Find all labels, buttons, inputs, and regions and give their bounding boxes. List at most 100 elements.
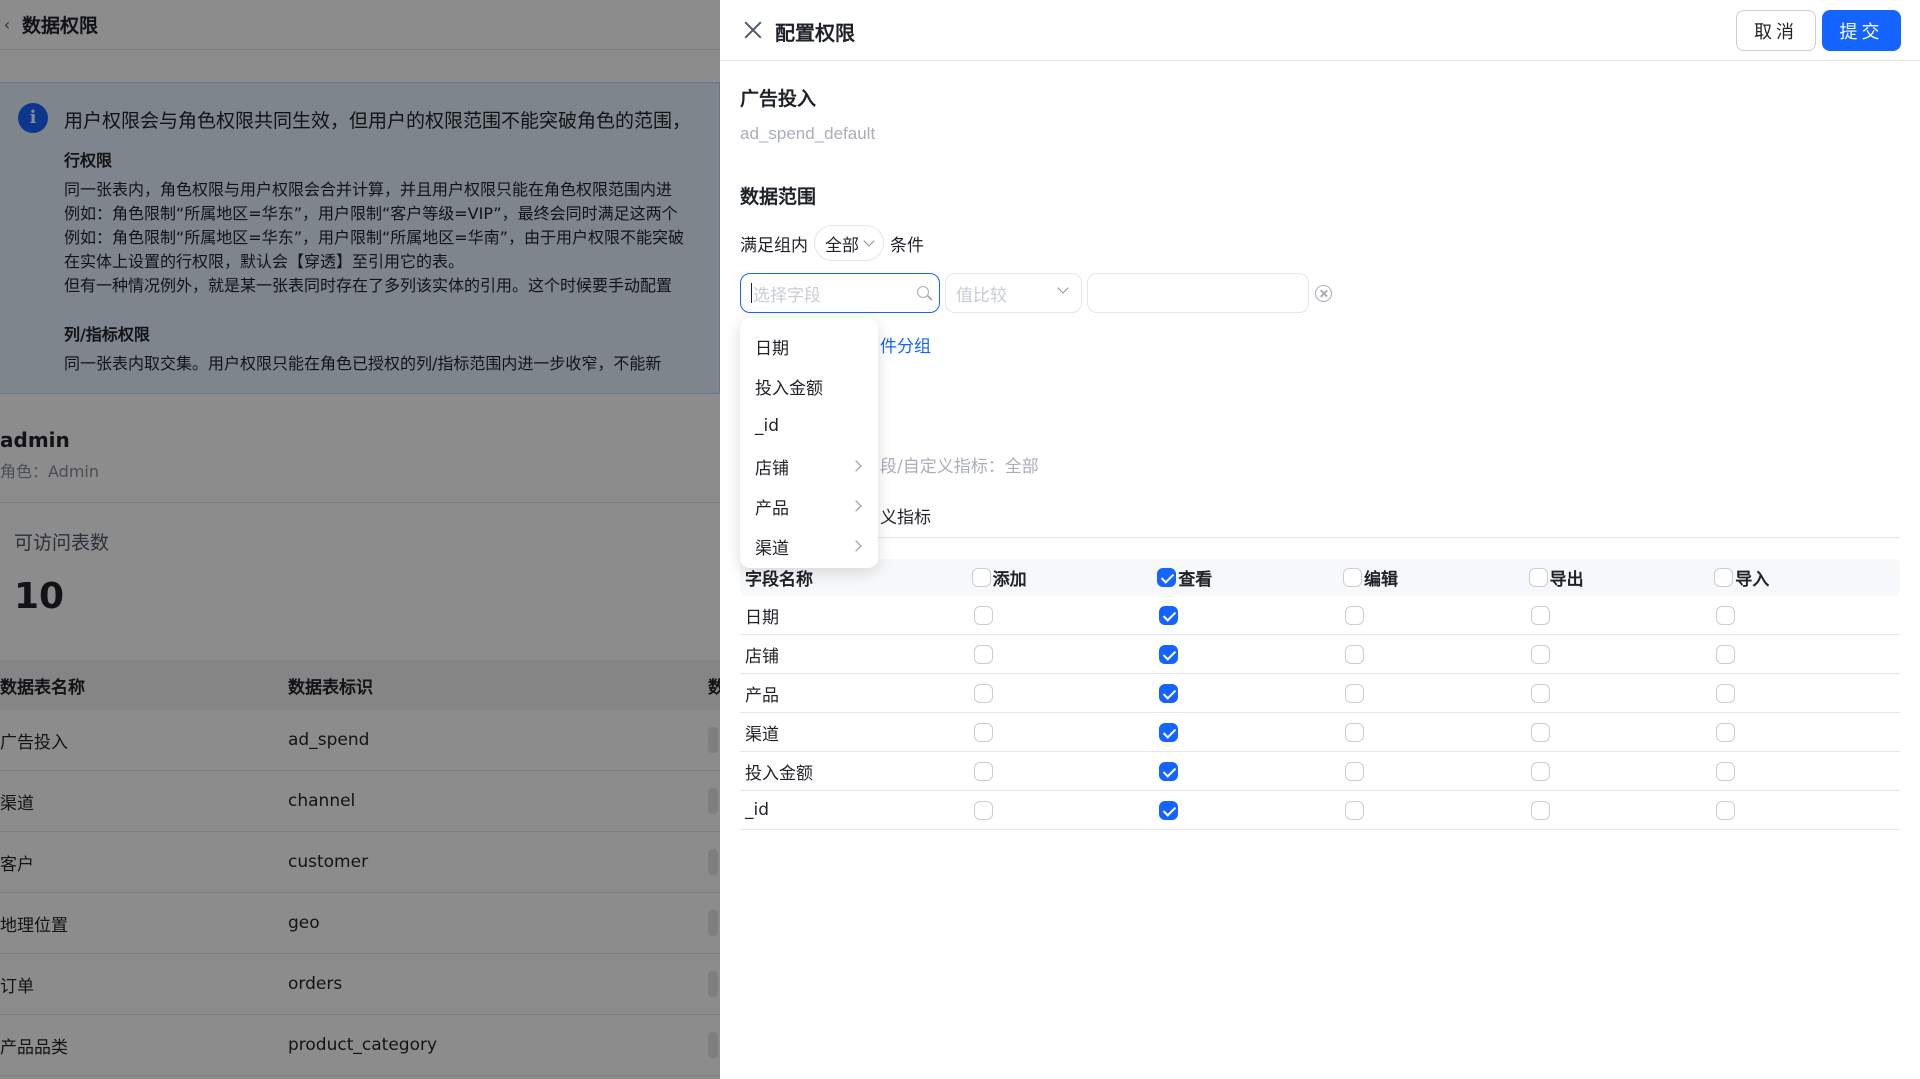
field-dropdown: 日期 投入金额 _id 店铺 产品 渠道	[740, 318, 878, 568]
permission-checkbox[interactable]	[1530, 761, 1550, 781]
column-header-label: 导入	[1735, 570, 1770, 590]
column-header: 导入	[1714, 565, 1900, 590]
permission-cell	[972, 605, 1158, 625]
permission-cell	[1714, 644, 1900, 664]
dropdown-item-label: _id	[755, 416, 780, 436]
permission-cell	[1714, 761, 1900, 781]
permission-cell	[1343, 683, 1529, 703]
permission-checkbox[interactable]	[1159, 644, 1179, 664]
permission-checkbox[interactable]	[1716, 683, 1736, 703]
permission-checkbox[interactable]	[1530, 644, 1550, 664]
permission-checkbox[interactable]	[1530, 722, 1550, 742]
field-name-cell: 渠道	[745, 724, 779, 745]
select-all-checkbox[interactable]	[1528, 568, 1548, 587]
permission-cell	[1157, 722, 1343, 742]
chevron-down-icon	[1057, 282, 1069, 294]
permission-cell	[1343, 800, 1529, 820]
table-row: 日期	[740, 596, 1900, 635]
fields-summary: 段/自定义指标：全部	[880, 457, 1039, 477]
drawer-title: 配置权限	[775, 21, 855, 45]
permission-checkbox[interactable]	[1716, 644, 1736, 664]
permission-checkbox[interactable]	[1716, 722, 1736, 742]
permission-cell	[1529, 761, 1715, 781]
permission-checkbox[interactable]	[1159, 683, 1179, 703]
field-name-cell: 产品	[745, 685, 779, 706]
cond-prefix: 满足组内	[740, 235, 808, 256]
select-all-checkbox[interactable]	[971, 568, 991, 587]
permission-checkbox[interactable]	[1344, 605, 1364, 625]
column-header-label: 编辑	[1363, 570, 1398, 590]
add-condition-group-link[interactable]: 件分组	[880, 332, 931, 357]
field-name-cell: 日期	[745, 607, 779, 628]
modal-overlay[interactable]	[0, 0, 720, 1079]
select-all-checkbox[interactable]	[1157, 568, 1177, 587]
dropdown-item[interactable]: 产品	[740, 486, 878, 526]
permission-checkbox[interactable]	[973, 722, 993, 742]
dropdown-item[interactable]: _id	[740, 406, 878, 446]
permission-cell	[1529, 605, 1715, 625]
permission-checkbox[interactable]	[973, 761, 993, 781]
column-header: 编辑	[1342, 565, 1529, 590]
compare-operator-select[interactable]: 值比较	[945, 273, 1082, 313]
column-header: 查看	[1157, 565, 1343, 590]
permission-cell	[1157, 800, 1343, 820]
cancel-button[interactable]: 取消	[1736, 10, 1816, 51]
condition-mode-select[interactable]: 全部	[814, 225, 884, 261]
chevron-right-icon	[850, 500, 862, 512]
permission-cell	[1157, 605, 1343, 625]
permission-checkbox[interactable]	[1530, 800, 1550, 820]
dropdown-item-label: 产品	[755, 498, 789, 519]
permission-cell	[972, 761, 1158, 781]
permission-checkbox[interactable]	[973, 683, 993, 703]
cond-suffix: 条件	[890, 235, 924, 256]
chevron-down-icon	[863, 235, 875, 247]
permission-checkbox[interactable]	[1716, 800, 1736, 820]
dropdown-item[interactable]: 日期	[740, 326, 878, 366]
text-caret	[751, 283, 752, 303]
remove-condition-icon[interactable]	[1315, 285, 1332, 302]
dropdown-item[interactable]: 店铺	[740, 446, 878, 486]
permission-checkbox[interactable]	[1716, 761, 1736, 781]
permission-checkbox[interactable]	[1344, 800, 1364, 820]
select-all-checkbox[interactable]	[1714, 568, 1734, 587]
dropdown-item[interactable]: 渠道	[740, 526, 878, 566]
permission-checkbox[interactable]	[1344, 644, 1364, 664]
column-header-label: 添加	[992, 570, 1027, 590]
field-permission-table: 字段名称 添加 查看 编辑 导出 导入 日期 店铺 产品 渠道 投入金额 _id	[740, 559, 1900, 830]
permission-checkbox[interactable]	[973, 605, 993, 625]
permission-checkbox[interactable]	[1716, 605, 1736, 625]
close-icon[interactable]	[742, 19, 764, 41]
permission-checkbox[interactable]	[1159, 800, 1179, 820]
field-name-cell: _id	[745, 800, 770, 820]
permission-checkbox[interactable]	[1159, 722, 1179, 742]
value-input[interactable]	[1087, 273, 1309, 313]
permission-checkbox[interactable]	[1159, 761, 1179, 781]
table-row: 投入金额	[740, 752, 1900, 791]
table-ident: ad_spend_default	[740, 124, 876, 143]
permission-cell	[972, 722, 1158, 742]
field-name-cell: 店铺	[745, 646, 779, 667]
permission-checkbox[interactable]	[1344, 722, 1364, 742]
permission-cell	[1157, 644, 1343, 664]
permission-checkbox[interactable]	[1530, 683, 1550, 703]
dropdown-item[interactable]: 投入金额	[740, 366, 878, 406]
condition-mode-value: 全部	[825, 235, 859, 256]
permission-cell	[1714, 722, 1900, 742]
permission-checkbox[interactable]	[973, 800, 993, 820]
field-select-input[interactable]: 选择字段	[740, 273, 940, 313]
permission-checkbox[interactable]	[1344, 683, 1364, 703]
permission-checkbox[interactable]	[1344, 761, 1364, 781]
permission-checkbox[interactable]	[1159, 605, 1179, 625]
submit-button[interactable]: 提交	[1822, 10, 1901, 51]
permission-table-header: 字段名称 添加 查看 编辑 导出 导入	[740, 559, 1900, 596]
divider	[740, 537, 1900, 538]
custom-metric-tab[interactable]: 义指标	[880, 503, 931, 528]
table-row: 产品	[740, 674, 1900, 713]
permission-cell	[1714, 683, 1900, 703]
select-all-checkbox[interactable]	[1342, 568, 1362, 587]
config-permission-drawer: 配置权限 取消 提交 广告投入 ad_spend_default 数据范围 满足…	[720, 0, 1920, 1079]
permission-checkbox[interactable]	[1530, 605, 1550, 625]
column-header-label: 查看	[1178, 570, 1213, 590]
permission-checkbox[interactable]	[973, 644, 993, 664]
dropdown-item-label: 渠道	[755, 538, 789, 559]
